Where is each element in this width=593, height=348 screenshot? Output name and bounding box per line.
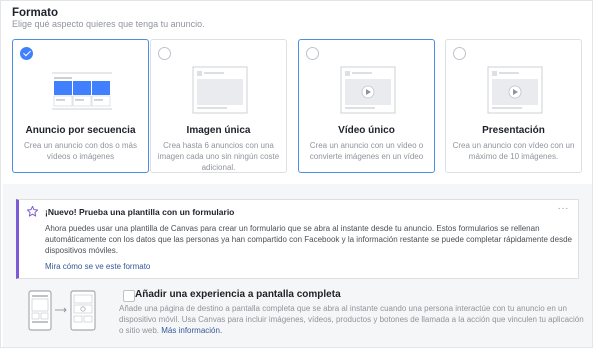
carousel-preview-icon: [52, 72, 112, 110]
learn-more-link[interactable]: Más información.: [161, 326, 222, 335]
more-options-icon[interactable]: ···: [558, 203, 570, 214]
format-description: Crea un anuncio con dos o más vídeos o i…: [24, 141, 137, 161]
single-video-preview-icon: [340, 66, 396, 114]
fullscreen-experience-title: Añadir una experiencia a pantalla comple…: [135, 289, 341, 300]
canvas-tip-box: ¡Nuevo! Prueba una plantilla con un form…: [16, 199, 579, 279]
tip-preview-link[interactable]: Mira cómo se ve este formato: [45, 262, 150, 271]
format-card-slideshow[interactable]: Presentación Crea un anuncio con vídeo c…: [445, 39, 582, 173]
format-description: Crea hasta 6 anuncios con una imagen cad…: [157, 141, 280, 172]
format-title: Imagen única: [186, 125, 251, 136]
format-card-carousel[interactable]: Anuncio por secuencia Crea un anuncio co…: [12, 39, 149, 173]
format-card-single-video[interactable]: Vídeo único Crea un anuncio con un vídeo…: [298, 39, 435, 173]
tip-body: Ahora puedes usar una plantilla de Canva…: [45, 224, 572, 255]
format-title: Vídeo único: [338, 125, 395, 136]
ad-format-panel: Formato Elige qué aspecto quieres que te…: [0, 0, 593, 348]
slideshow-preview-icon: [487, 66, 543, 114]
format-radio-carousel[interactable]: [20, 47, 33, 60]
fullscreen-experience-description: Añade una página de destino a pantalla c…: [119, 303, 585, 336]
fullscreen-experience-checkbox[interactable]: [123, 290, 135, 302]
single-image-preview-icon: [192, 66, 248, 114]
fullscreen-experience-illustration: [28, 290, 96, 331]
format-description: Crea un anuncio con vídeo con un máximo …: [452, 141, 575, 161]
star-icon: [26, 205, 39, 217]
format-title: Presentación: [482, 125, 545, 136]
format-radio-slideshow[interactable]: [453, 47, 466, 60]
format-radio-single-video[interactable]: [306, 47, 319, 60]
format-radio-single-image[interactable]: [158, 47, 171, 60]
section-title: Formato: [12, 7, 58, 19]
format-description: Crea un anuncio con un vídeo o convierte…: [309, 141, 424, 161]
tip-title: ¡Nuevo! Prueba una plantilla con un form…: [45, 207, 235, 217]
format-title: Anuncio por secuencia: [25, 125, 136, 136]
format-card-single-image[interactable]: Imagen única Crea hasta 6 anuncios con u…: [150, 39, 287, 173]
section-subtitle: Elige qué aspecto quieres que tenga tu a…: [12, 19, 205, 29]
